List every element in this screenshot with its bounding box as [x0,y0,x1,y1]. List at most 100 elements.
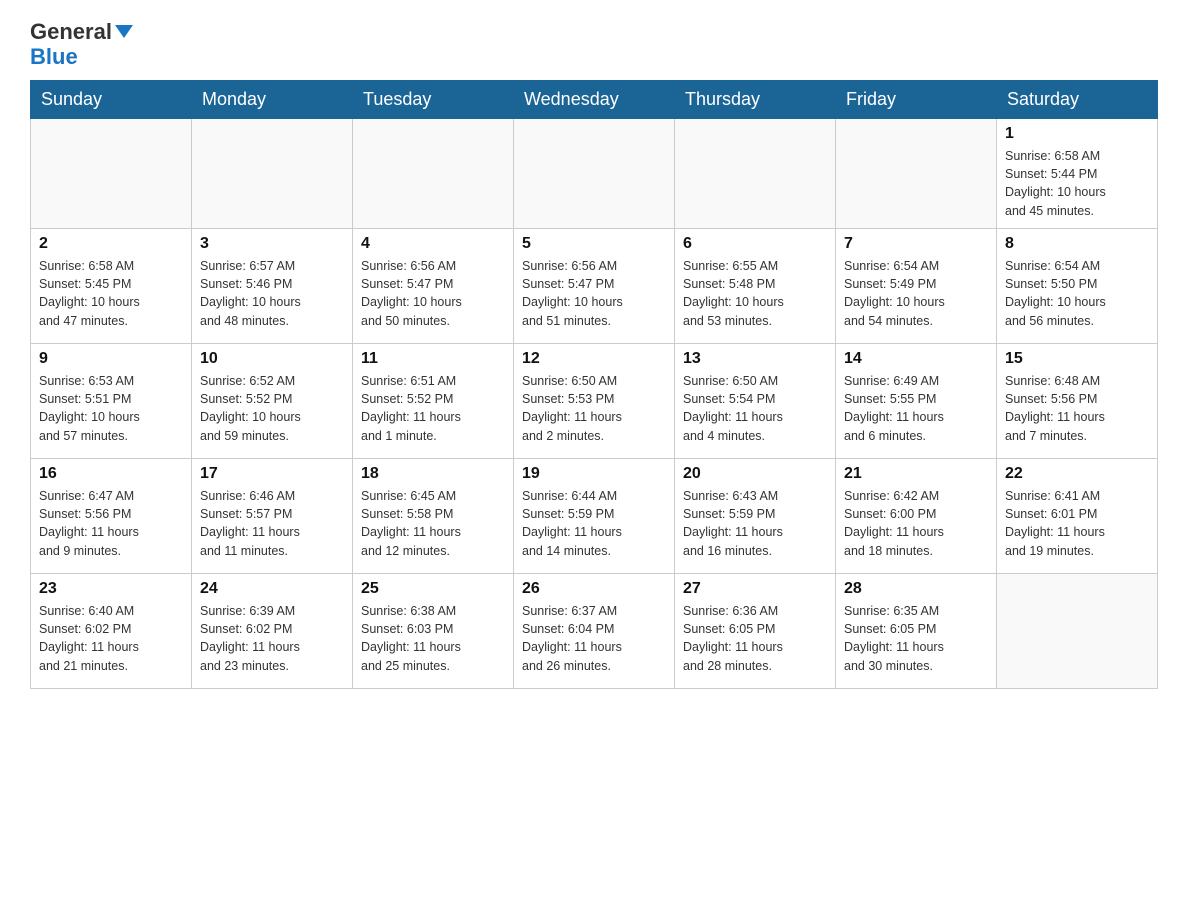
weekday-saturday: Saturday [997,81,1158,119]
day-info: Sunrise: 6:35 AM Sunset: 6:05 PM Dayligh… [844,602,988,675]
calendar-cell: 21 Sunrise: 6:42 AM Sunset: 6:00 PM Dayli… [836,459,997,574]
day-number: 25 [361,580,505,598]
day-info: Sunrise: 6:37 AM Sunset: 6:04 PM Dayligh… [522,602,666,675]
day-info: Sunrise: 6:54 AM Sunset: 5:49 PM Dayligh… [844,257,988,330]
weekday-row: SundayMondayTuesdayWednesdayThursdayFrid… [31,81,1158,119]
day-number: 8 [1005,235,1149,253]
logo-general: General [30,20,112,44]
day-number: 1 [1005,125,1149,143]
day-number: 23 [39,580,183,598]
day-number: 4 [361,235,505,253]
calendar-cell: 11 Sunrise: 6:51 AM Sunset: 5:52 PM Dayli… [353,344,514,459]
day-number: 6 [683,235,827,253]
calendar-cell [353,119,514,229]
day-number: 21 [844,465,988,483]
calendar-cell: 8 Sunrise: 6:54 AM Sunset: 5:50 PM Daylig… [997,229,1158,344]
day-info: Sunrise: 6:56 AM Sunset: 5:47 PM Dayligh… [522,257,666,330]
calendar-cell: 25 Sunrise: 6:38 AM Sunset: 6:03 PM Dayli… [353,574,514,689]
day-number: 19 [522,465,666,483]
day-number: 7 [844,235,988,253]
day-number: 28 [844,580,988,598]
day-info: Sunrise: 6:41 AM Sunset: 6:01 PM Dayligh… [1005,487,1149,560]
day-number: 18 [361,465,505,483]
day-info: Sunrise: 6:42 AM Sunset: 6:00 PM Dayligh… [844,487,988,560]
calendar-cell: 23 Sunrise: 6:40 AM Sunset: 6:02 PM Dayli… [31,574,192,689]
calendar-cell: 15 Sunrise: 6:48 AM Sunset: 5:56 PM Dayli… [997,344,1158,459]
day-info: Sunrise: 6:52 AM Sunset: 5:52 PM Dayligh… [200,372,344,445]
calendar-week-row: 16Sunrise: 6:47 AM Sunset: 5:56 PM Dayli… [31,459,1158,574]
logo-arrow-icon [115,25,133,38]
calendar-cell: 17 Sunrise: 6:46 AM Sunset: 5:57 PM Dayli… [192,459,353,574]
day-number: 11 [361,350,505,368]
day-info: Sunrise: 6:40 AM Sunset: 6:02 PM Dayligh… [39,602,183,675]
day-number: 15 [1005,350,1149,368]
day-info: Sunrise: 6:54 AM Sunset: 5:50 PM Dayligh… [1005,257,1149,330]
calendar-cell [675,119,836,229]
calendar-cell: 19 Sunrise: 6:44 AM Sunset: 5:59 PM Dayli… [514,459,675,574]
logo-blue: Blue [30,44,78,70]
day-number: 22 [1005,465,1149,483]
day-number: 5 [522,235,666,253]
weekday-sunday: Sunday [31,81,192,119]
calendar-cell: 3 Sunrise: 6:57 AM Sunset: 5:46 PM Daylig… [192,229,353,344]
day-info: Sunrise: 6:53 AM Sunset: 5:51 PM Dayligh… [39,372,183,445]
calendar-week-row: 9Sunrise: 6:53 AM Sunset: 5:51 PM Daylig… [31,344,1158,459]
calendar-cell: 2 Sunrise: 6:58 AM Sunset: 5:45 PM Daylig… [31,229,192,344]
calendar-cell: 20 Sunrise: 6:43 AM Sunset: 5:59 PM Dayli… [675,459,836,574]
calendar-cell: 14Sunrise: 6:49 AM Sunset: 5:55 PM Dayli… [836,344,997,459]
day-number: 24 [200,580,344,598]
day-number: 2 [39,235,183,253]
calendar-cell [514,119,675,229]
day-info: Sunrise: 6:48 AM Sunset: 5:56 PM Dayligh… [1005,372,1149,445]
day-number: 3 [200,235,344,253]
calendar-cell: 16Sunrise: 6:47 AM Sunset: 5:56 PM Dayli… [31,459,192,574]
calendar-cell: 7 Sunrise: 6:54 AM Sunset: 5:49 PM Daylig… [836,229,997,344]
calendar-cell: 18 Sunrise: 6:45 AM Sunset: 5:58 PM Dayli… [353,459,514,574]
calendar-week-row: 1 Sunrise: 6:58 AM Sunset: 5:44 PM Daylig… [31,119,1158,229]
day-info: Sunrise: 6:44 AM Sunset: 5:59 PM Dayligh… [522,487,666,560]
day-info: Sunrise: 6:50 AM Sunset: 5:54 PM Dayligh… [683,372,827,445]
calendar-cell: 13 Sunrise: 6:50 AM Sunset: 5:54 PM Dayli… [675,344,836,459]
day-info: Sunrise: 6:56 AM Sunset: 5:47 PM Dayligh… [361,257,505,330]
day-info: Sunrise: 6:43 AM Sunset: 5:59 PM Dayligh… [683,487,827,560]
calendar-cell: 12 Sunrise: 6:50 AM Sunset: 5:53 PM Dayli… [514,344,675,459]
day-info: Sunrise: 6:58 AM Sunset: 5:44 PM Dayligh… [1005,147,1149,220]
day-info: Sunrise: 6:46 AM Sunset: 5:57 PM Dayligh… [200,487,344,560]
calendar-body: 1 Sunrise: 6:58 AM Sunset: 5:44 PM Daylig… [31,119,1158,689]
day-number: 27 [683,580,827,598]
day-number: 14 [844,350,988,368]
day-info: Sunrise: 6:50 AM Sunset: 5:53 PM Dayligh… [522,372,666,445]
day-info: Sunrise: 6:45 AM Sunset: 5:58 PM Dayligh… [361,487,505,560]
calendar-header: SundayMondayTuesdayWednesdayThursdayFrid… [31,81,1158,119]
day-number: 16 [39,465,183,483]
day-number: 26 [522,580,666,598]
calendar-cell: 4 Sunrise: 6:56 AM Sunset: 5:47 PM Daylig… [353,229,514,344]
calendar-cell: 10 Sunrise: 6:52 AM Sunset: 5:52 PM Dayli… [192,344,353,459]
day-info: Sunrise: 6:36 AM Sunset: 6:05 PM Dayligh… [683,602,827,675]
day-info: Sunrise: 6:58 AM Sunset: 5:45 PM Dayligh… [39,257,183,330]
day-number: 20 [683,465,827,483]
weekday-tuesday: Tuesday [353,81,514,119]
calendar-week-row: 2 Sunrise: 6:58 AM Sunset: 5:45 PM Daylig… [31,229,1158,344]
calendar-cell [192,119,353,229]
calendar-cell [31,119,192,229]
calendar-cell: 9Sunrise: 6:53 AM Sunset: 5:51 PM Daylig… [31,344,192,459]
day-number: 13 [683,350,827,368]
day-info: Sunrise: 6:57 AM Sunset: 5:46 PM Dayligh… [200,257,344,330]
day-info: Sunrise: 6:38 AM Sunset: 6:03 PM Dayligh… [361,602,505,675]
day-info: Sunrise: 6:39 AM Sunset: 6:02 PM Dayligh… [200,602,344,675]
calendar-cell: 27 Sunrise: 6:36 AM Sunset: 6:05 PM Dayli… [675,574,836,689]
weekday-thursday: Thursday [675,81,836,119]
page-header: General Blue [30,20,1158,70]
calendar-cell: 1 Sunrise: 6:58 AM Sunset: 5:44 PM Daylig… [997,119,1158,229]
day-info: Sunrise: 6:51 AM Sunset: 5:52 PM Dayligh… [361,372,505,445]
day-number: 17 [200,465,344,483]
weekday-wednesday: Wednesday [514,81,675,119]
calendar-cell: 26 Sunrise: 6:37 AM Sunset: 6:04 PM Dayli… [514,574,675,689]
calendar-table: SundayMondayTuesdayWednesdayThursdayFrid… [30,80,1158,689]
day-number: 10 [200,350,344,368]
calendar-cell: 24 Sunrise: 6:39 AM Sunset: 6:02 PM Dayli… [192,574,353,689]
weekday-friday: Friday [836,81,997,119]
day-number: 12 [522,350,666,368]
calendar-week-row: 23 Sunrise: 6:40 AM Sunset: 6:02 PM Dayli… [31,574,1158,689]
